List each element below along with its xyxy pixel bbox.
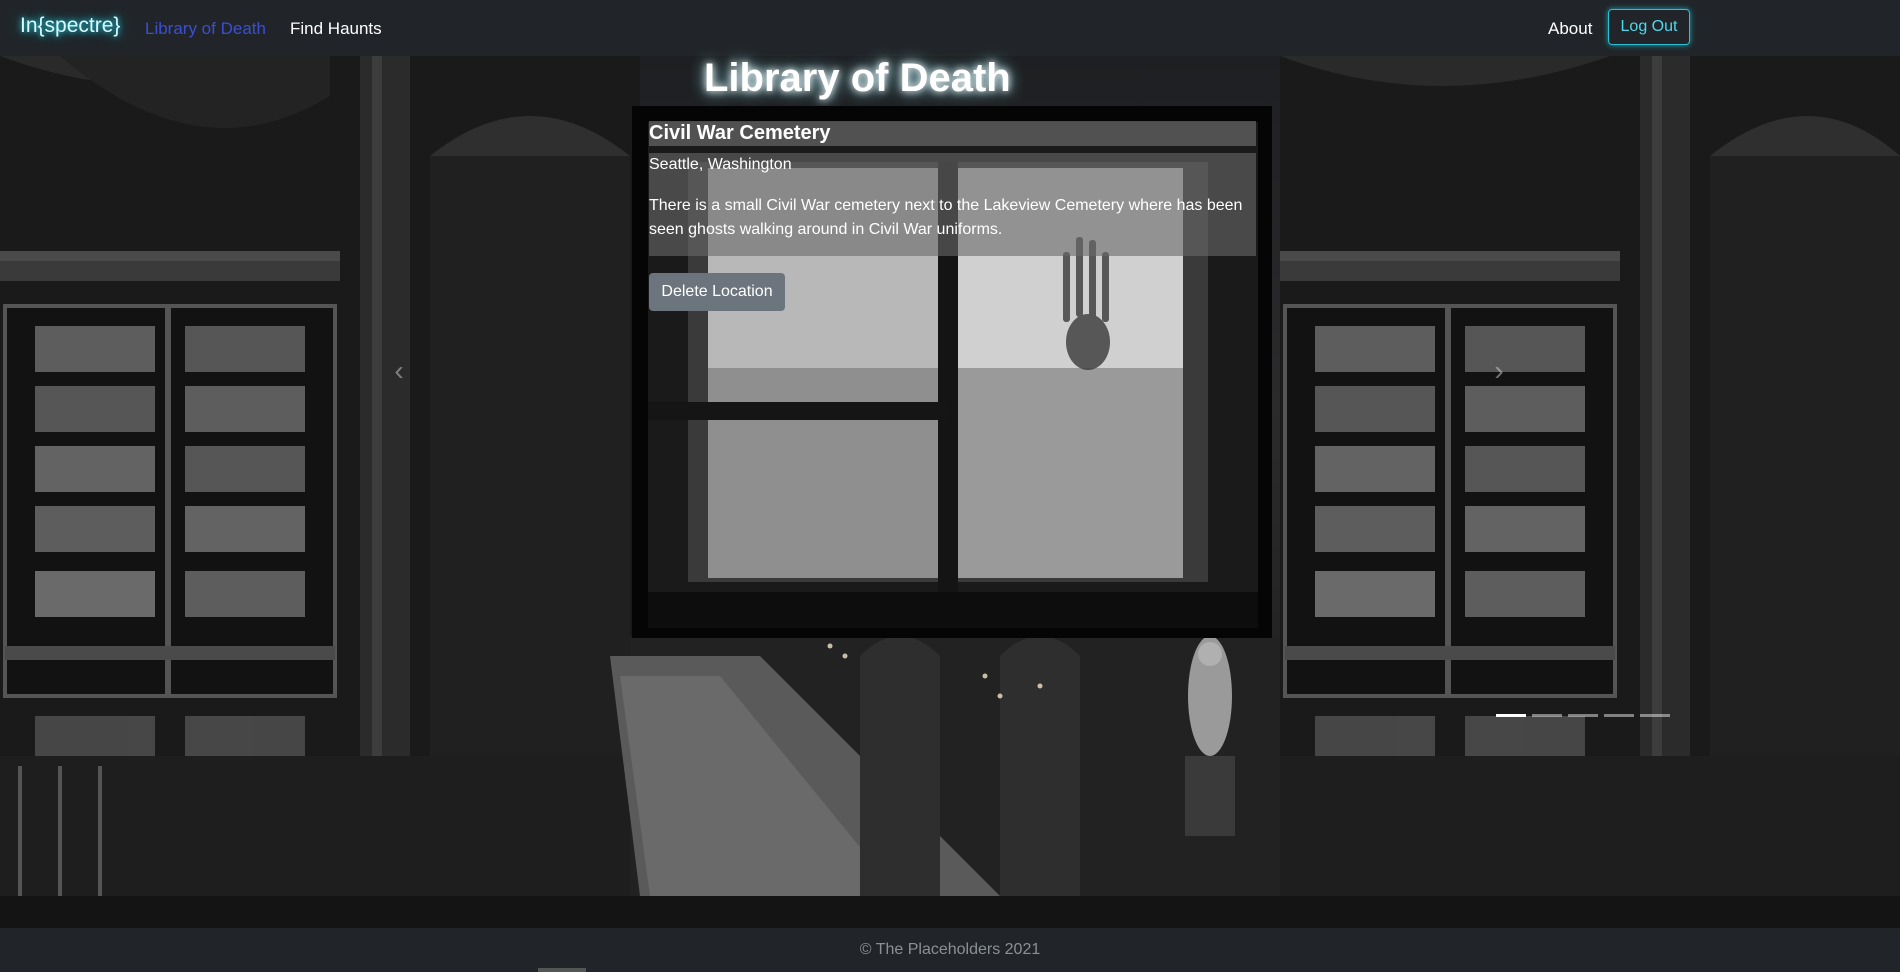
page-title: Library of Death xyxy=(704,56,1011,100)
carousel-indicator-4[interactable] xyxy=(1604,714,1634,717)
carousel-indicator-3[interactable] xyxy=(1568,714,1598,717)
nav-link-library-of-death[interactable]: Library of Death xyxy=(145,19,266,39)
logout-button[interactable]: Log Out xyxy=(1608,9,1690,45)
navbar: In{spectre} Library of Death Find Haunts… xyxy=(0,0,1900,56)
delete-location-button[interactable]: Delete Location xyxy=(649,273,785,311)
footer: © The Placeholders 2021 xyxy=(0,928,1900,972)
footer-copyright: © The Placeholders 2021 xyxy=(859,941,1041,958)
brand-logo[interactable]: In{spectre} xyxy=(20,14,120,38)
location-city: Seattle, Washington xyxy=(649,156,792,173)
carousel-indicator-5[interactable] xyxy=(1640,714,1670,717)
carousel-indicator-2[interactable] xyxy=(1532,714,1562,717)
scrollbar-thumb[interactable] xyxy=(538,968,586,972)
carousel-prev-icon[interactable]: ‹ xyxy=(390,356,408,386)
location-description: There is a small Civil War cemetery next… xyxy=(649,197,1243,238)
carousel-indicators xyxy=(1496,714,1670,717)
nav-link-about[interactable]: About xyxy=(1548,19,1592,39)
location-title: Civil War Cemetery xyxy=(649,122,831,144)
nav-link-find-haunts[interactable]: Find Haunts xyxy=(290,19,382,39)
carousel-next-icon[interactable]: › xyxy=(1490,356,1508,386)
carousel-indicator-1[interactable] xyxy=(1496,714,1526,717)
